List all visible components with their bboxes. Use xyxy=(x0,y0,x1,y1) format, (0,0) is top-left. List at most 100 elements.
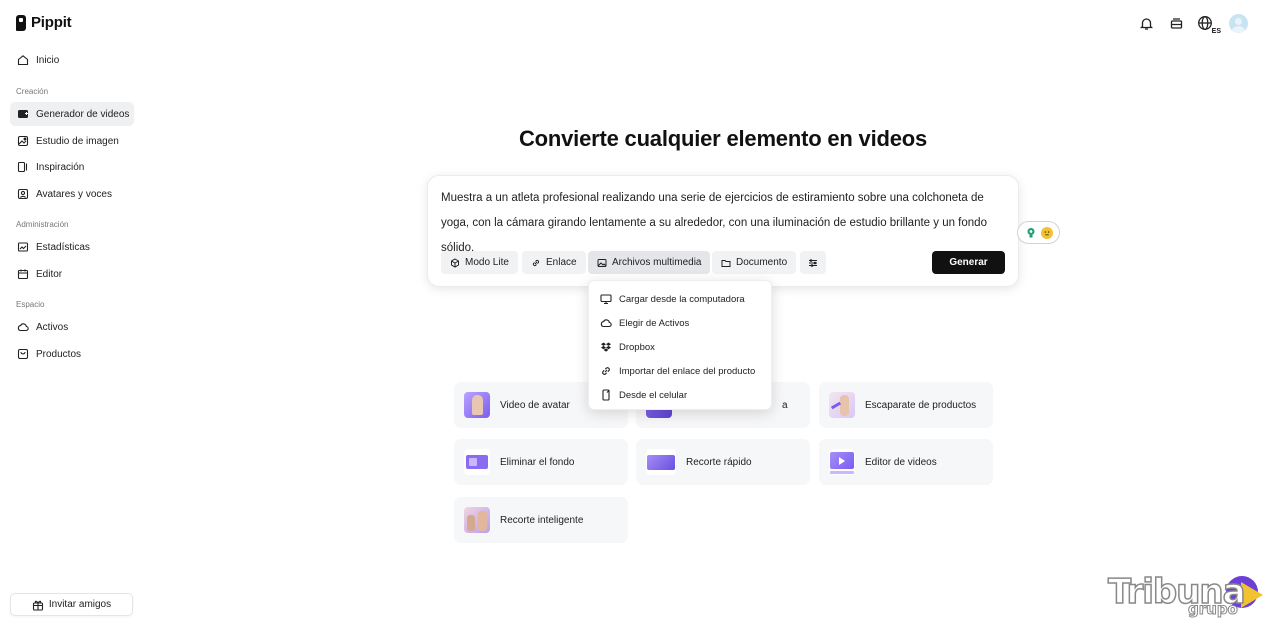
menu-item-desde-el-celular[interactable]: Desde el celular xyxy=(589,383,771,407)
sliders-icon xyxy=(809,258,817,267)
invite-friends-button[interactable]: Invitar amigos xyxy=(10,593,133,616)
sidebar-item-avatares-y-voces[interactable]: Avatares y voces xyxy=(10,182,134,206)
sidebar-item-label: Generador de videos xyxy=(36,108,130,120)
chip-documento[interactable]: Documento xyxy=(712,251,797,274)
analytics-icon xyxy=(17,241,29,253)
inbox-icon[interactable] xyxy=(1167,15,1185,33)
avatar-video-thumbnail xyxy=(464,392,490,418)
smart-crop-thumbnail xyxy=(464,507,490,533)
chip-label: Archivos multimedia xyxy=(612,257,702,268)
tool-recorte-rapido[interactable]: Recorte rápido xyxy=(636,439,810,485)
section-label-administracion: Administración xyxy=(16,220,69,229)
top-bar: ES xyxy=(1137,14,1248,35)
sidebar-item-inspiracion[interactable]: Inspiración xyxy=(10,155,134,179)
remove-background-thumbnail xyxy=(464,449,490,475)
product-showcase-thumbnail xyxy=(829,392,855,418)
pippit-logo-icon xyxy=(16,14,26,31)
sidebar-item-label: Editor xyxy=(36,268,63,280)
invite-friends-label: Invitar amigos xyxy=(48,599,112,610)
sidebar-item-editor[interactable]: Editor xyxy=(10,262,134,286)
tool-label: Eliminar el fondo xyxy=(500,456,575,468)
menu-item-importar-enlace-producto[interactable]: Importar del enlace del producto xyxy=(589,359,771,383)
home-icon xyxy=(17,54,29,66)
globe-icon xyxy=(1198,15,1212,30)
bell-icon[interactable] xyxy=(1137,15,1155,33)
chip-modo-lite[interactable]: Modo Lite xyxy=(441,251,518,274)
tool-eliminar-el-fondo[interactable]: Eliminar el fondo xyxy=(454,439,628,485)
tool-recorte-inteligente[interactable]: Recorte inteligente xyxy=(454,497,628,543)
menu-item-label: Elegir de Activos xyxy=(619,317,690,329)
writing-assistant-widget[interactable] xyxy=(1017,221,1060,244)
tool-label: Recorte rápido xyxy=(686,456,752,468)
menu-item-label: Importar del enlace del producto xyxy=(619,365,756,377)
sidebar-item-label: Estudio de imagen xyxy=(36,135,119,147)
generate-button[interactable]: Generar xyxy=(932,251,1005,274)
menu-item-label: Dropbox xyxy=(619,341,655,353)
page-title: Convierte cualquier elemento en videos xyxy=(518,126,928,151)
bag-icon xyxy=(17,348,29,360)
chip-label: Enlace xyxy=(546,257,577,268)
sidebar-item-label: Inicio xyxy=(36,54,60,66)
prompt-card: Muestra a un atleta profesional realizan… xyxy=(427,175,1019,287)
sidebar-item-label: Inspiración xyxy=(36,161,85,173)
section-label-creacion: Creación xyxy=(16,87,49,96)
sidebar-item-estudio-de-imagen[interactable]: Estudio de imagen xyxy=(10,129,134,153)
dropbox-icon xyxy=(601,342,611,352)
video-generator-icon xyxy=(17,108,29,120)
cloud-icon xyxy=(17,321,29,333)
link-icon xyxy=(532,259,540,266)
cloud-icon xyxy=(600,319,612,328)
sidebar-item-label: Avatares y voces xyxy=(36,188,112,200)
sidebar: Pippit Inicio Creación Generador de vide… xyxy=(0,0,145,633)
menu-item-dropbox[interactable]: Dropbox xyxy=(589,335,771,359)
calendar-icon xyxy=(17,268,29,280)
emoji-icon xyxy=(1040,226,1053,239)
tool-label: Editor de videos xyxy=(865,456,937,468)
chip-label: Modo Lite xyxy=(465,257,509,268)
video-editor-thumbnail xyxy=(829,449,855,475)
tool-escaparate-de-productos[interactable]: Escaparate de productos xyxy=(819,382,993,428)
sidebar-item-activos[interactable]: Activos xyxy=(10,315,134,339)
user-avatar[interactable] xyxy=(1229,14,1248,33)
link-icon xyxy=(602,367,610,375)
quick-cut-thumbnail xyxy=(646,449,676,475)
media-upload-dropdown: Cargar desde la computadora Elegir de Ac… xyxy=(588,280,772,410)
image-studio-icon xyxy=(17,135,29,147)
menu-item-elegir-de-activos[interactable]: Elegir de Activos xyxy=(589,311,771,335)
sidebar-item-label: Productos xyxy=(36,348,82,360)
sidebar-item-generador-de-videos[interactable]: Generador de videos xyxy=(10,102,134,126)
tribuna-watermark: Tribuna grupo xyxy=(1107,571,1268,624)
bulb-icon xyxy=(1024,226,1037,239)
sidebar-item-estadisticas[interactable]: Estadísticas xyxy=(10,235,134,259)
tool-label: Video de avatar xyxy=(500,399,570,411)
chip-archivos-multimedia[interactable]: Archivos multimedia xyxy=(588,251,711,274)
sidebar-item-productos[interactable]: Productos xyxy=(10,342,134,366)
sidebar-item-label: Estadísticas xyxy=(36,241,90,253)
settings-button[interactable] xyxy=(800,251,826,274)
inspiration-icon xyxy=(17,161,29,173)
sidebar-item-inicio[interactable]: Inicio xyxy=(10,48,134,72)
avatar-icon xyxy=(17,188,29,200)
cube-icon xyxy=(451,257,459,268)
watermark-subtext: grupo xyxy=(1188,600,1239,619)
menu-item-label: Cargar desde la computadora xyxy=(619,293,745,305)
app-logo[interactable]: Pippit xyxy=(16,14,72,31)
chip-label: Documento xyxy=(736,257,788,268)
image-icon xyxy=(597,258,607,267)
tool-label: Escaparate de productos xyxy=(865,399,977,411)
gift-icon xyxy=(32,599,44,611)
menu-item-label: Desde el celular xyxy=(619,389,688,401)
prompt-input[interactable]: Muestra a un atleta profesional realizan… xyxy=(441,186,1011,261)
folder-icon xyxy=(721,259,731,267)
tool-editor-de-videos[interactable]: Editor de videos xyxy=(819,439,993,485)
phone-icon xyxy=(602,389,610,401)
tool-label: Recorte inteligente xyxy=(500,514,584,526)
chip-enlace[interactable]: Enlace xyxy=(522,251,586,274)
tool-label: a xyxy=(782,399,788,411)
language-selector[interactable]: ES xyxy=(1197,15,1221,35)
menu-item-cargar-desde-computadora[interactable]: Cargar desde la computadora xyxy=(589,287,771,311)
sidebar-item-label: Activos xyxy=(36,321,69,333)
app-name: Pippit xyxy=(31,14,72,31)
section-label-espacio: Espacio xyxy=(16,300,45,309)
language-code: ES xyxy=(1211,27,1221,35)
